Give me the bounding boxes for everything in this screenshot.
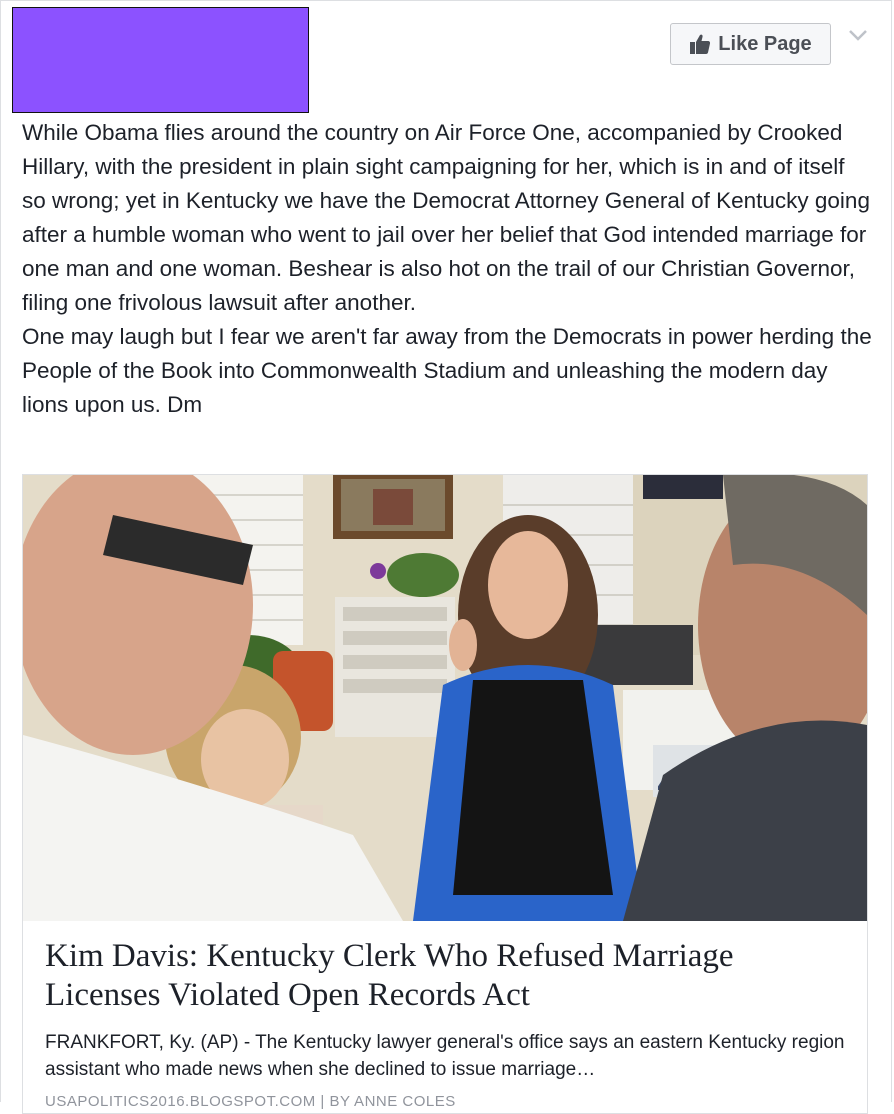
post-paragraph: While Obama flies around the country on … <box>22 120 870 315</box>
link-preview-card[interactable]: 4890 Kim Davis: Kentucky Clerk Who Refus… <box>22 474 868 1114</box>
post-paragraph: One may laugh but I fear we aren't far a… <box>22 324 872 417</box>
like-page-label: Like Page <box>718 32 812 55</box>
article-headline[interactable]: Kim Davis: Kentucky Clerk Who Refused Ma… <box>45 937 845 1015</box>
post-message: While Obama flies around the country on … <box>22 116 872 422</box>
chevron-down-icon[interactable] <box>846 27 870 45</box>
redacted-page-name-block <box>12 7 309 113</box>
thumbs-up-icon <box>690 34 711 54</box>
article-description: FRANKFORT, Ky. (AP) - The Kentucky lawye… <box>45 1032 845 1080</box>
article-source: USAPOLITICS2016.BLOGSPOT.COM | BY ANNE C… <box>45 1093 456 1110</box>
article-photo[interactable]: 4890 <box>23 475 867 921</box>
like-page-button[interactable]: Like Page <box>670 23 831 65</box>
